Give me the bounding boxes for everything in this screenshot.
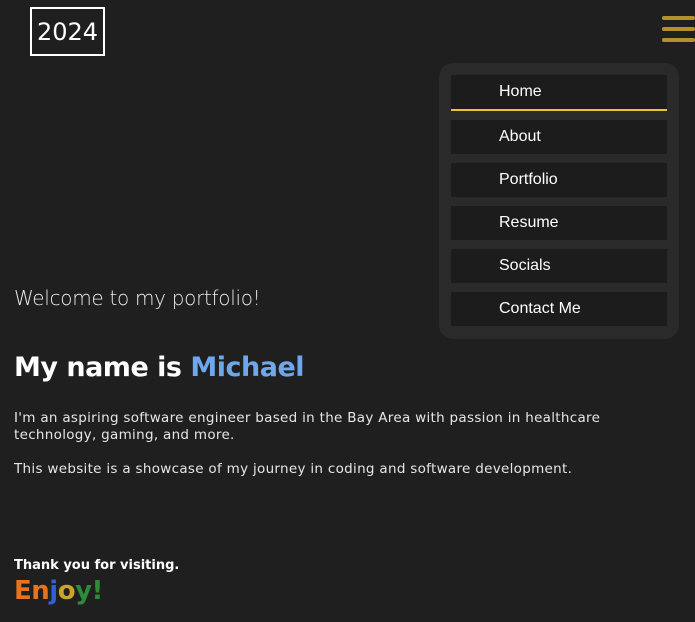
thanks-text: Thank you for visiting.	[14, 558, 180, 573]
nav-item-contact-me[interactable]: Contact Me	[451, 292, 667, 326]
enjoy-letter: y	[75, 576, 92, 606]
enjoy-letter: o	[57, 576, 76, 606]
nav-item-resume[interactable]: Resume	[451, 206, 667, 240]
name-prefix: My name is	[14, 352, 191, 383]
nav-item-portfolio[interactable]: Portfolio	[451, 163, 667, 197]
hamburger-bar	[662, 16, 695, 20]
welcome-heading: Welcome to my portfolio!	[14, 286, 261, 310]
logo[interactable]: 2024	[30, 7, 105, 56]
hamburger-bar	[662, 27, 695, 31]
hamburger-bar	[662, 38, 695, 42]
enjoy-letter: !	[91, 576, 104, 606]
page: 2024 Home About Portfolio Resume Socials…	[0, 0, 695, 622]
nav-dropdown: Home About Portfolio Resume Socials Cont…	[439, 63, 679, 339]
intro-paragraph: I'm an aspiring software engineer based …	[14, 410, 601, 443]
enjoy-letter: j	[49, 576, 58, 606]
showcase-paragraph: This website is a showcase of my journey…	[14, 461, 573, 477]
nav-item-socials[interactable]: Socials	[451, 249, 667, 283]
enjoy-text: Enjoy!	[14, 576, 103, 606]
hamburger-menu-icon[interactable]	[662, 16, 695, 46]
enjoy-letter: E	[14, 576, 32, 606]
enjoy-letter: n	[31, 576, 50, 606]
name-heading: My name is Michael	[14, 352, 305, 383]
nav-item-home[interactable]: Home	[451, 75, 667, 111]
nav-item-about[interactable]: About	[451, 120, 667, 154]
name-highlight: Michael	[190, 352, 305, 383]
